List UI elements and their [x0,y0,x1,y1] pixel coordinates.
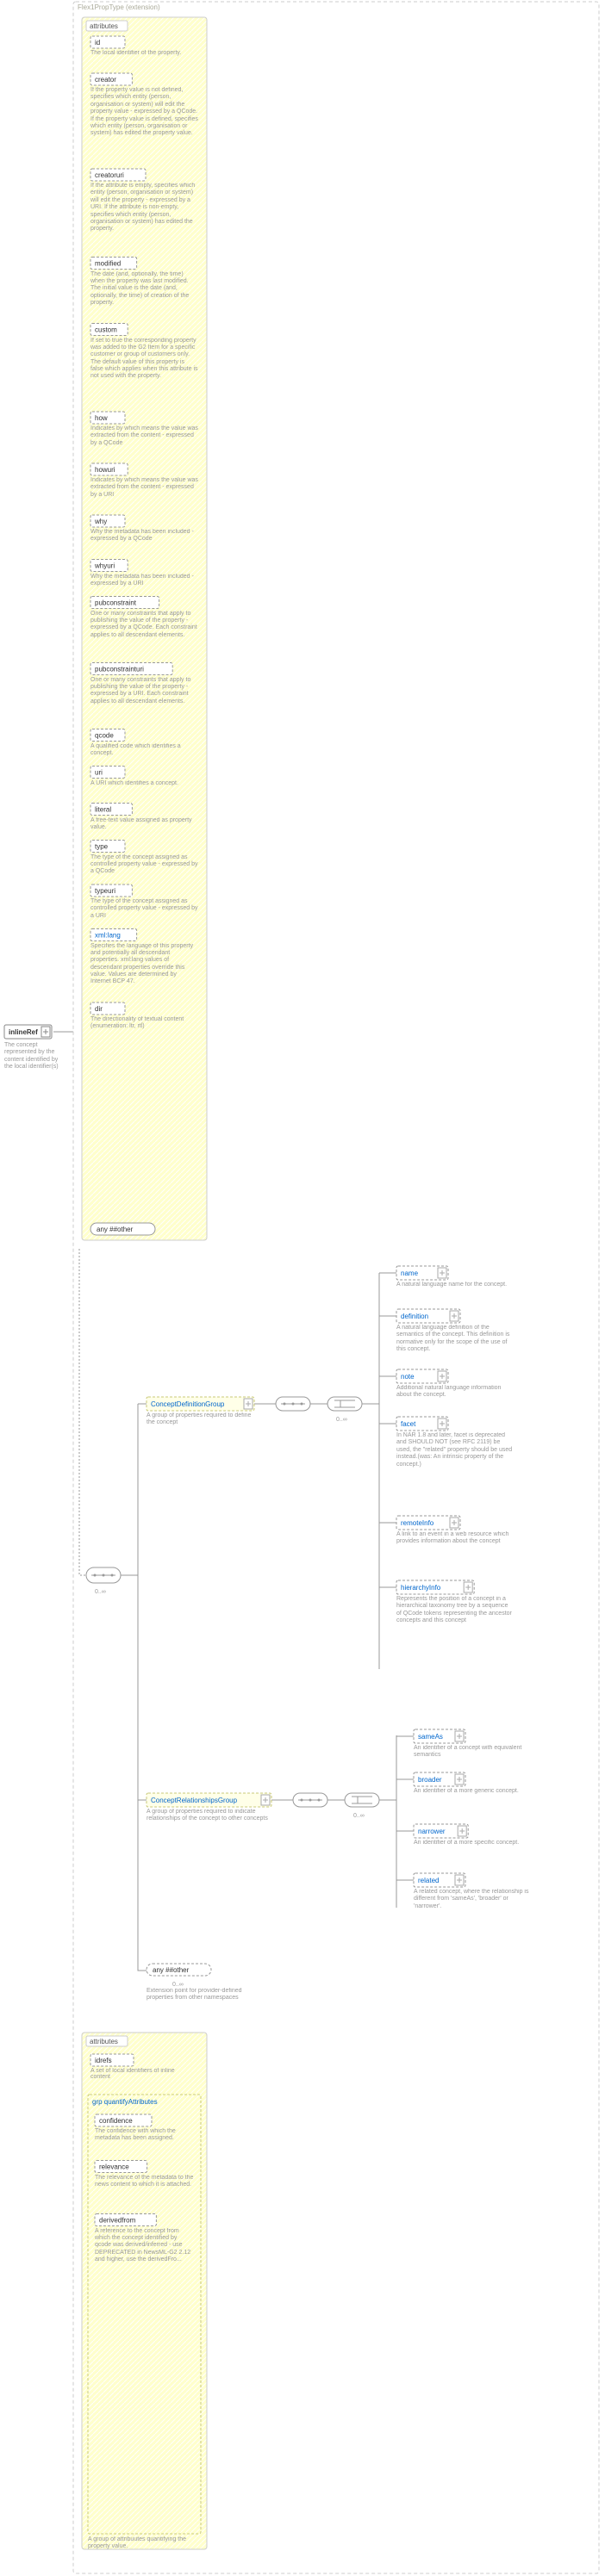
attr-name: dir [95,1005,103,1013]
extension-header: Flex1PropType (extension) [78,3,160,11]
attr-name: literal [95,806,111,814]
sequence-compositor: 0..∞ [86,1567,121,1595]
cdg-link[interactable]: ConceptDefinitionGroup [151,1400,225,1408]
svg-text:0..∞: 0..∞ [336,1417,347,1423]
idrefs-box: attributes idrefs A set of local identif… [82,2033,207,2562]
attr-name: creator [95,76,116,84]
quantify-link[interactable]: grp quantifyAttributes [92,2098,158,2106]
el-hierarchyInfo: hierarchyInfoRepresents the position of … [379,1580,513,1682]
crg-link[interactable]: ConceptRelationshipsGroup [151,1797,238,1804]
root-element: inlineRef The concept represented by the… [4,1025,66,1077]
el-link[interactable]: note [401,1373,415,1381]
attr-creatoruri: creatoruriIf the attribute is empty, spe… [90,169,198,260]
crg-seq [271,1793,327,1807]
attr-name: id [95,39,100,47]
qattr-derivedfrom: derivedfromA reference to the concept fr… [95,2214,194,2340]
el-link[interactable]: name [401,1269,419,1277]
attr-name: whyuri [94,562,115,570]
svg-text:any ##other: any ##other [97,1226,134,1233]
attr-name: howuri [95,466,115,474]
attr-name: custom [95,326,117,334]
svg-text:confidence: confidence [99,2117,133,2125]
attr-name: type [95,843,109,851]
attr-name: pubconstraint [95,599,137,607]
root-name: inlineRef [9,1028,38,1036]
el-facet: facetIn NAR 1.8 and later, facet is depr… [379,1417,513,1518]
el-link[interactable]: narrower [418,1828,446,1835]
concept-definition-group: ConceptDefinitionGroup A group of proper… [138,1397,254,1438]
attr-custom: customIf set to true the corresponding p… [90,324,198,415]
svg-text:0..∞: 0..∞ [353,1813,365,1819]
concept-relationships-group: ConceptRelationshipsGroup A group of pro… [138,1793,271,1838]
attr-name: pubconstrainturi [95,666,144,673]
svg-text:idrefs: idrefs [95,2057,112,2064]
extension-any-other: any ##other 0..∞ Extension point for pro… [138,1869,250,2017]
attr-name: why [94,518,107,525]
svg-text:0..∞: 0..∞ [172,1982,184,1988]
attr-name[interactable]: xml:lang [95,932,121,940]
root-desc: The concept represented by the content i… [4,1042,66,1071]
cdg-seq [254,1397,310,1411]
svg-text:derivedfrom: derivedfrom [99,2217,136,2225]
attr-name: typeuri [95,887,115,895]
attr-dir: dirThe directionality of textual content… [90,1002,198,1094]
attr-name: qcode [95,732,114,740]
attr-name: how [95,414,108,422]
diagram-canvas: inlineRef The concept represented by the… [0,0,605,2576]
el-link[interactable]: hierarchyInfo [401,1584,441,1592]
attr-name: modified [95,260,121,268]
svg-text:0..∞: 0..∞ [95,1589,106,1595]
el-link[interactable]: remoteInfo [401,1519,434,1527]
attributes-label: attributes [90,22,118,30]
attr-name: creatoruri [95,171,124,179]
svg-text:any ##other: any ##other [153,1966,190,1974]
cdg-choice: 0..∞ [310,1397,362,1423]
crg-choice: 0..∞ [327,1793,379,1819]
attributes-box: attributes idThe local identifier of the… [82,17,207,1240]
attr-creator: creatorIf the property value is not defi… [90,73,198,164]
svg-text:relevance: relevance [99,2163,129,2171]
el-link[interactable]: sameAs [418,1733,443,1741]
any-other-pill: any ##other [90,1223,155,1235]
attr-name: uri [95,769,103,777]
svg-text:attributes: attributes [90,2038,118,2045]
el-link[interactable]: related [418,1877,439,1884]
el-link[interactable]: definition [401,1313,428,1320]
el-link[interactable]: facet [401,1420,416,1428]
el-link[interactable]: broader [418,1776,442,1784]
